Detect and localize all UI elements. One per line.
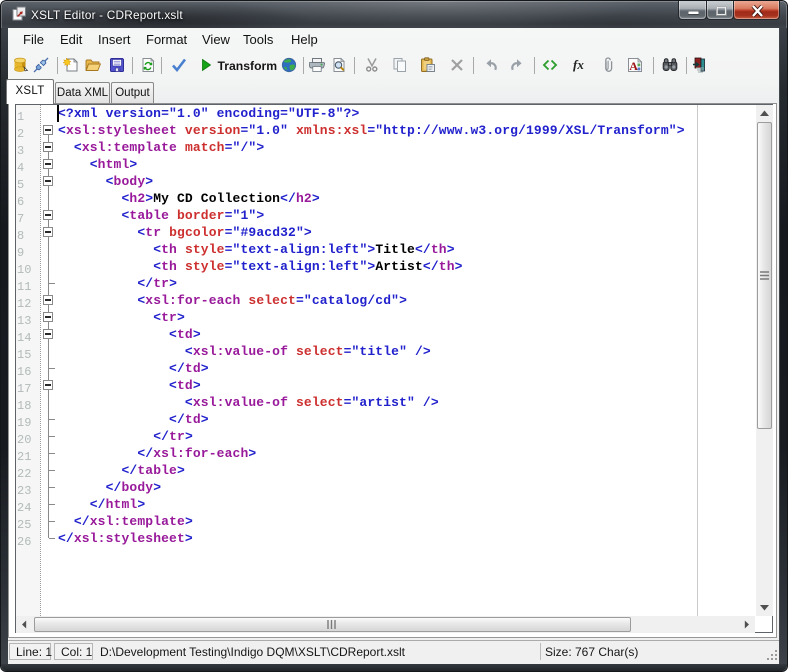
svg-text:A: A (629, 59, 638, 73)
svg-text:fx: fx (573, 57, 584, 72)
